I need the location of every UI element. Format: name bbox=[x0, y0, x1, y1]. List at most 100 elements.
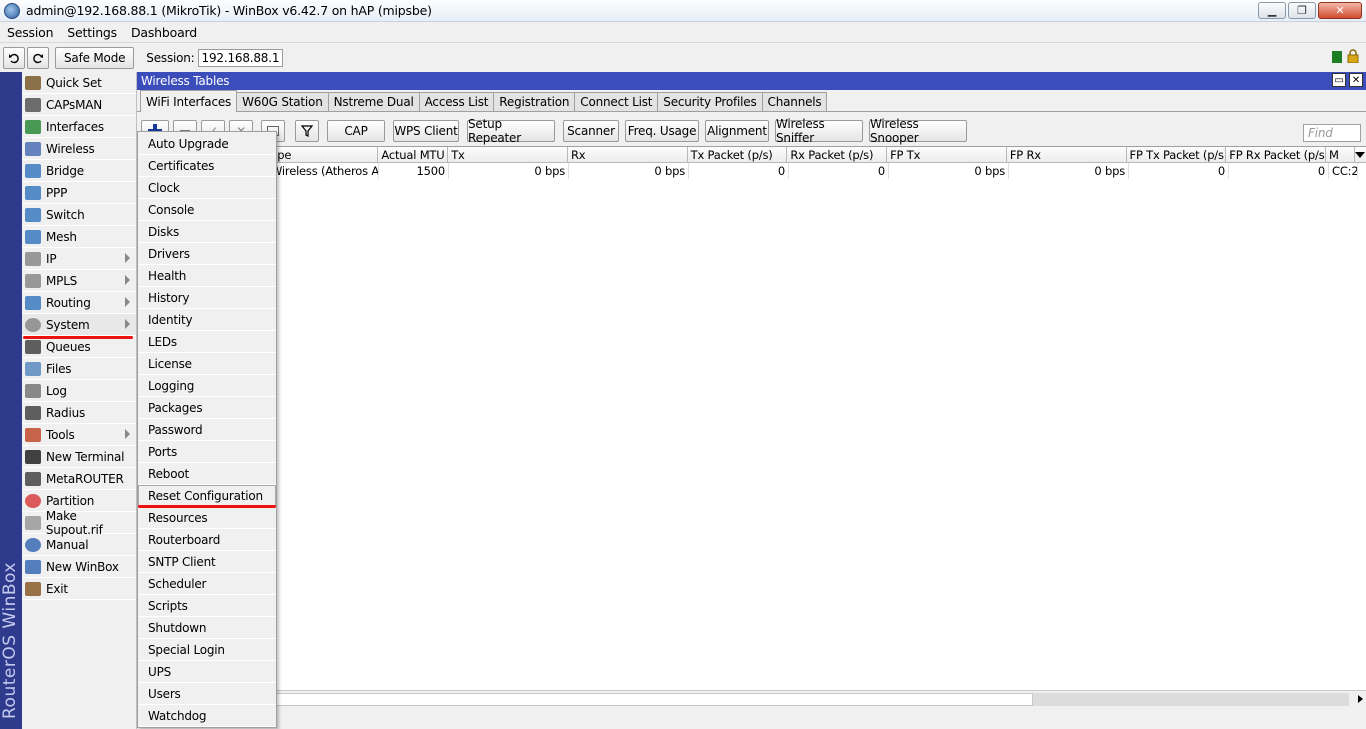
setup-repeater-button[interactable]: Setup Repeater bbox=[467, 117, 555, 145]
sidebar-item-new-winbox[interactable]: New WinBox bbox=[22, 556, 136, 578]
column-header-rx[interactable]: Rx bbox=[568, 147, 688, 163]
submenu-item-license[interactable]: License bbox=[138, 353, 276, 375]
scrollbar-track[interactable] bbox=[1033, 693, 1349, 706]
column-header-tx-packet-p-s[interactable]: Tx Packet (p/s) bbox=[688, 147, 788, 163]
sidebar-item-new-terminal[interactable]: New Terminal bbox=[22, 446, 136, 468]
minimize-button[interactable]: ▁ bbox=[1258, 2, 1286, 19]
submenu-item-ports[interactable]: Ports bbox=[138, 441, 276, 463]
column-header-ype[interactable]: ype bbox=[268, 147, 379, 163]
submenu-item-packages[interactable]: Packages bbox=[138, 397, 276, 419]
submenu-item-shutdown[interactable]: Shutdown bbox=[138, 617, 276, 639]
wireless-snooper-button[interactable]: Wireless Snooper bbox=[869, 117, 967, 145]
submenu-item-logging[interactable]: Logging bbox=[138, 375, 276, 397]
sidebar-item-queues[interactable]: Queues bbox=[22, 336, 136, 358]
table-row[interactable]: Wireless (Atheros AR9...15000 bps0 bps00… bbox=[137, 163, 1366, 179]
scanner-button[interactable]: Scanner bbox=[563, 120, 619, 142]
submenu-item-disks[interactable]: Disks bbox=[138, 221, 276, 243]
table-cell: 0 bps bbox=[449, 163, 569, 179]
submenu-item-drivers[interactable]: Drivers bbox=[138, 243, 276, 265]
submenu-item-auto-upgrade[interactable]: Auto Upgrade bbox=[138, 133, 276, 155]
tab-nstreme-dual[interactable]: Nstreme Dual bbox=[327, 92, 420, 111]
sidebar-item-tools[interactable]: Tools bbox=[22, 424, 136, 446]
tab-w60g-station[interactable]: W60G Station bbox=[236, 92, 329, 111]
tab-connect-list[interactable]: Connect List bbox=[574, 92, 659, 111]
filter-button[interactable] bbox=[295, 120, 319, 142]
submenu-item-reboot[interactable]: Reboot bbox=[138, 463, 276, 485]
sidebar-item-interfaces[interactable]: Interfaces bbox=[22, 116, 136, 138]
submenu-arrow-icon bbox=[125, 319, 130, 329]
submenu-item-special-login[interactable]: Special Login bbox=[138, 639, 276, 661]
column-header-actual-mtu[interactable]: Actual MTU bbox=[378, 147, 449, 163]
find-input[interactable]: Find bbox=[1303, 124, 1361, 142]
sidebar-item-capsman[interactable]: CAPsMAN bbox=[22, 94, 136, 116]
sidebar-item-switch[interactable]: Switch bbox=[22, 204, 136, 226]
sidebar-item-exit[interactable]: Exit bbox=[22, 578, 136, 600]
tab-security-profiles[interactable]: Security Profiles bbox=[657, 92, 763, 111]
cap-button[interactable]: CAP bbox=[327, 120, 385, 142]
tab-registration[interactable]: Registration bbox=[493, 92, 576, 111]
column-header-fp-rx-packet-p-s[interactable]: FP Rx Packet (p/s) bbox=[1226, 147, 1327, 163]
submenu-item-health[interactable]: Health bbox=[138, 265, 276, 287]
sidebar-item-mpls[interactable]: MPLS bbox=[22, 270, 136, 292]
alignment-button[interactable]: Alignment bbox=[705, 120, 769, 142]
menu-session[interactable]: Session bbox=[0, 25, 60, 40]
column-header-fp-rx[interactable]: FP Rx bbox=[1007, 147, 1127, 163]
submenu-item-password[interactable]: Password bbox=[138, 419, 276, 441]
sidebar-item-bridge[interactable]: Bridge bbox=[22, 160, 136, 182]
sidebar-item-manual[interactable]: Manual bbox=[22, 534, 136, 556]
sidebar-item-wireless[interactable]: Wireless bbox=[22, 138, 136, 160]
wireless-sniffer-button[interactable]: Wireless Sniffer bbox=[775, 117, 863, 145]
sidebar-item-ppp[interactable]: PPP bbox=[22, 182, 136, 204]
submenu-item-leds[interactable]: LEDs bbox=[138, 331, 276, 353]
submenu-item-identity[interactable]: Identity bbox=[138, 309, 276, 331]
column-header-rx-packet-p-s[interactable]: Rx Packet (p/s) bbox=[787, 147, 888, 163]
submenu-item-users[interactable]: Users bbox=[138, 683, 276, 705]
horizontal-scrollbar[interactable] bbox=[137, 690, 1366, 707]
submenu-item-routerboard[interactable]: Routerboard bbox=[138, 529, 276, 551]
close-button[interactable]: ✕ bbox=[1318, 2, 1362, 19]
column-dropdown-icon[interactable] bbox=[1354, 152, 1365, 158]
sidebar-item-routing[interactable]: Routing bbox=[22, 292, 136, 314]
sidebar-item-metarouter[interactable]: MetaROUTER bbox=[22, 468, 136, 490]
submenu-item-history[interactable]: History bbox=[138, 287, 276, 309]
tab-access-list[interactable]: Access List bbox=[418, 92, 495, 111]
submenu-item-scheduler[interactable]: Scheduler bbox=[138, 573, 276, 595]
sidebar-item-files[interactable]: Files bbox=[22, 358, 136, 380]
submenu-item-watchdog[interactable]: Watchdog bbox=[138, 705, 276, 727]
menu-settings[interactable]: Settings bbox=[60, 25, 124, 40]
maximize-button[interactable]: ❐ bbox=[1288, 2, 1316, 19]
table-cell: 0 bbox=[789, 163, 889, 179]
window-restore-button[interactable]: ▭ bbox=[1332, 73, 1346, 87]
tab-wifi-interfaces[interactable]: WiFi Interfaces bbox=[140, 90, 238, 112]
window-close-button[interactable]: ✕ bbox=[1349, 73, 1363, 87]
submenu-item-ups[interactable]: UPS bbox=[138, 661, 276, 683]
submenu-item-certificates[interactable]: Certificates bbox=[138, 155, 276, 177]
column-header-fp-tx-packet-p-s[interactable]: FP Tx Packet (p/s) bbox=[1127, 147, 1227, 163]
redo-button[interactable] bbox=[27, 46, 49, 69]
table-cell: 0 bps bbox=[1009, 163, 1129, 179]
sidebar-item-ip[interactable]: IP bbox=[22, 248, 136, 270]
menu-dashboard[interactable]: Dashboard bbox=[124, 25, 204, 40]
lock-icon bbox=[1347, 49, 1359, 63]
submenu-item-reset-configuration[interactable]: Reset Configuration bbox=[138, 485, 276, 507]
undo-button[interactable] bbox=[3, 46, 25, 69]
safe-mode-button[interactable]: Safe Mode bbox=[55, 46, 135, 69]
sidebar-item-make-supout-rif[interactable]: Make Supout.rif bbox=[22, 509, 136, 537]
sidebar-item-radius[interactable]: Radius bbox=[22, 402, 136, 424]
sidebar-item-quick-set[interactable]: Quick Set bbox=[22, 72, 136, 94]
sidebar-item-system[interactable]: System bbox=[22, 314, 136, 336]
sidebar-item-mesh[interactable]: Mesh bbox=[22, 226, 136, 248]
sidebar-item-log[interactable]: Log bbox=[22, 380, 136, 402]
tab-channels[interactable]: Channels bbox=[761, 92, 828, 111]
scroll-right-arrow-icon[interactable] bbox=[1358, 695, 1363, 703]
wps-client-button[interactable]: WPS Client bbox=[393, 120, 459, 142]
column-header-m[interactable]: M bbox=[1326, 147, 1355, 163]
submenu-item-sntp-client[interactable]: SNTP Client bbox=[138, 551, 276, 573]
submenu-item-console[interactable]: Console bbox=[138, 199, 276, 221]
freq-usage-button[interactable]: Freq. Usage bbox=[625, 120, 699, 142]
submenu-item-clock[interactable]: Clock bbox=[138, 177, 276, 199]
submenu-item-resources[interactable]: Resources bbox=[138, 507, 276, 529]
column-header-tx[interactable]: Tx bbox=[448, 147, 568, 163]
submenu-item-scripts[interactable]: Scripts bbox=[138, 595, 276, 617]
column-header-fp-tx[interactable]: FP Tx bbox=[887, 147, 1007, 163]
